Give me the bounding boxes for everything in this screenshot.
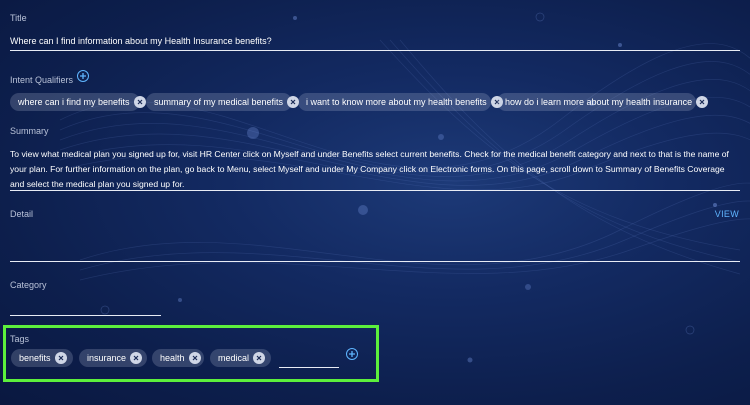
close-icon bbox=[58, 355, 63, 361]
tag-label: health bbox=[160, 353, 185, 363]
tag-label: medical bbox=[218, 353, 250, 363]
category-underline bbox=[10, 315, 161, 316]
close-icon bbox=[256, 355, 262, 361]
remove-tag-button[interactable] bbox=[188, 352, 201, 364]
intent-qualifier-label: summary of my medical benefits bbox=[154, 97, 284, 107]
add-tag-button[interactable] bbox=[346, 348, 358, 360]
new-tag-underline bbox=[279, 367, 339, 368]
intent-qualifier-label: how do i learn more about my health insu… bbox=[505, 97, 693, 107]
intent-qualifier-label: where can i find my benefits bbox=[18, 97, 130, 107]
tag-chip: benefits bbox=[11, 349, 73, 367]
tag-chip: insurance bbox=[79, 349, 147, 367]
detail-input[interactable] bbox=[10, 240, 740, 254]
intent-qualifier-chip: i want to know more about my health bene… bbox=[298, 93, 503, 111]
tag-label: insurance bbox=[87, 353, 127, 363]
intent-qualifier-chip: summary of my medical benefits bbox=[146, 93, 300, 111]
close-icon bbox=[137, 99, 142, 105]
close-icon bbox=[699, 99, 705, 105]
remove-tag-button[interactable] bbox=[253, 352, 266, 364]
tag-chip: medical bbox=[210, 349, 271, 367]
add-intent-qualifier-button[interactable] bbox=[77, 70, 89, 82]
tags-label: Tags bbox=[10, 334, 30, 344]
title-underline bbox=[10, 50, 740, 51]
detail-label: Detail bbox=[10, 209, 34, 219]
plus-circle-icon bbox=[80, 73, 86, 79]
title-label: Title bbox=[10, 13, 27, 23]
category-input[interactable] bbox=[10, 300, 160, 312]
summary-label: Summary bbox=[10, 126, 49, 136]
remove-tag-button[interactable] bbox=[54, 352, 67, 364]
remove-intent-qualifier-button[interactable] bbox=[133, 96, 146, 108]
title-input[interactable]: Where can I find information about my He… bbox=[10, 36, 272, 46]
close-icon bbox=[133, 355, 139, 361]
close-icon bbox=[290, 99, 296, 105]
intent-qualifiers-label: Intent Qualifiers bbox=[10, 75, 74, 85]
tag-label: benefits bbox=[19, 353, 51, 363]
detail-underline bbox=[10, 261, 740, 262]
category-label: Category bbox=[10, 280, 47, 290]
intent-qualifier-chip: how do i learn more about my health insu… bbox=[497, 93, 709, 111]
summary-textarea[interactable]: To view what medical plan you signed up … bbox=[10, 147, 740, 192]
detail-view-link[interactable]: VIEW bbox=[715, 209, 739, 219]
summary-underline bbox=[10, 190, 740, 191]
remove-intent-qualifier-button[interactable] bbox=[696, 96, 709, 108]
tag-chip: health bbox=[152, 349, 204, 367]
intent-qualifier-chip: where can i find my benefits bbox=[10, 93, 146, 111]
plus-circle-icon bbox=[349, 351, 355, 357]
new-tag-input[interactable] bbox=[279, 353, 339, 365]
intent-qualifier-label: i want to know more about my health bene… bbox=[306, 97, 487, 107]
close-icon bbox=[192, 355, 197, 361]
remove-tag-button[interactable] bbox=[130, 352, 143, 364]
